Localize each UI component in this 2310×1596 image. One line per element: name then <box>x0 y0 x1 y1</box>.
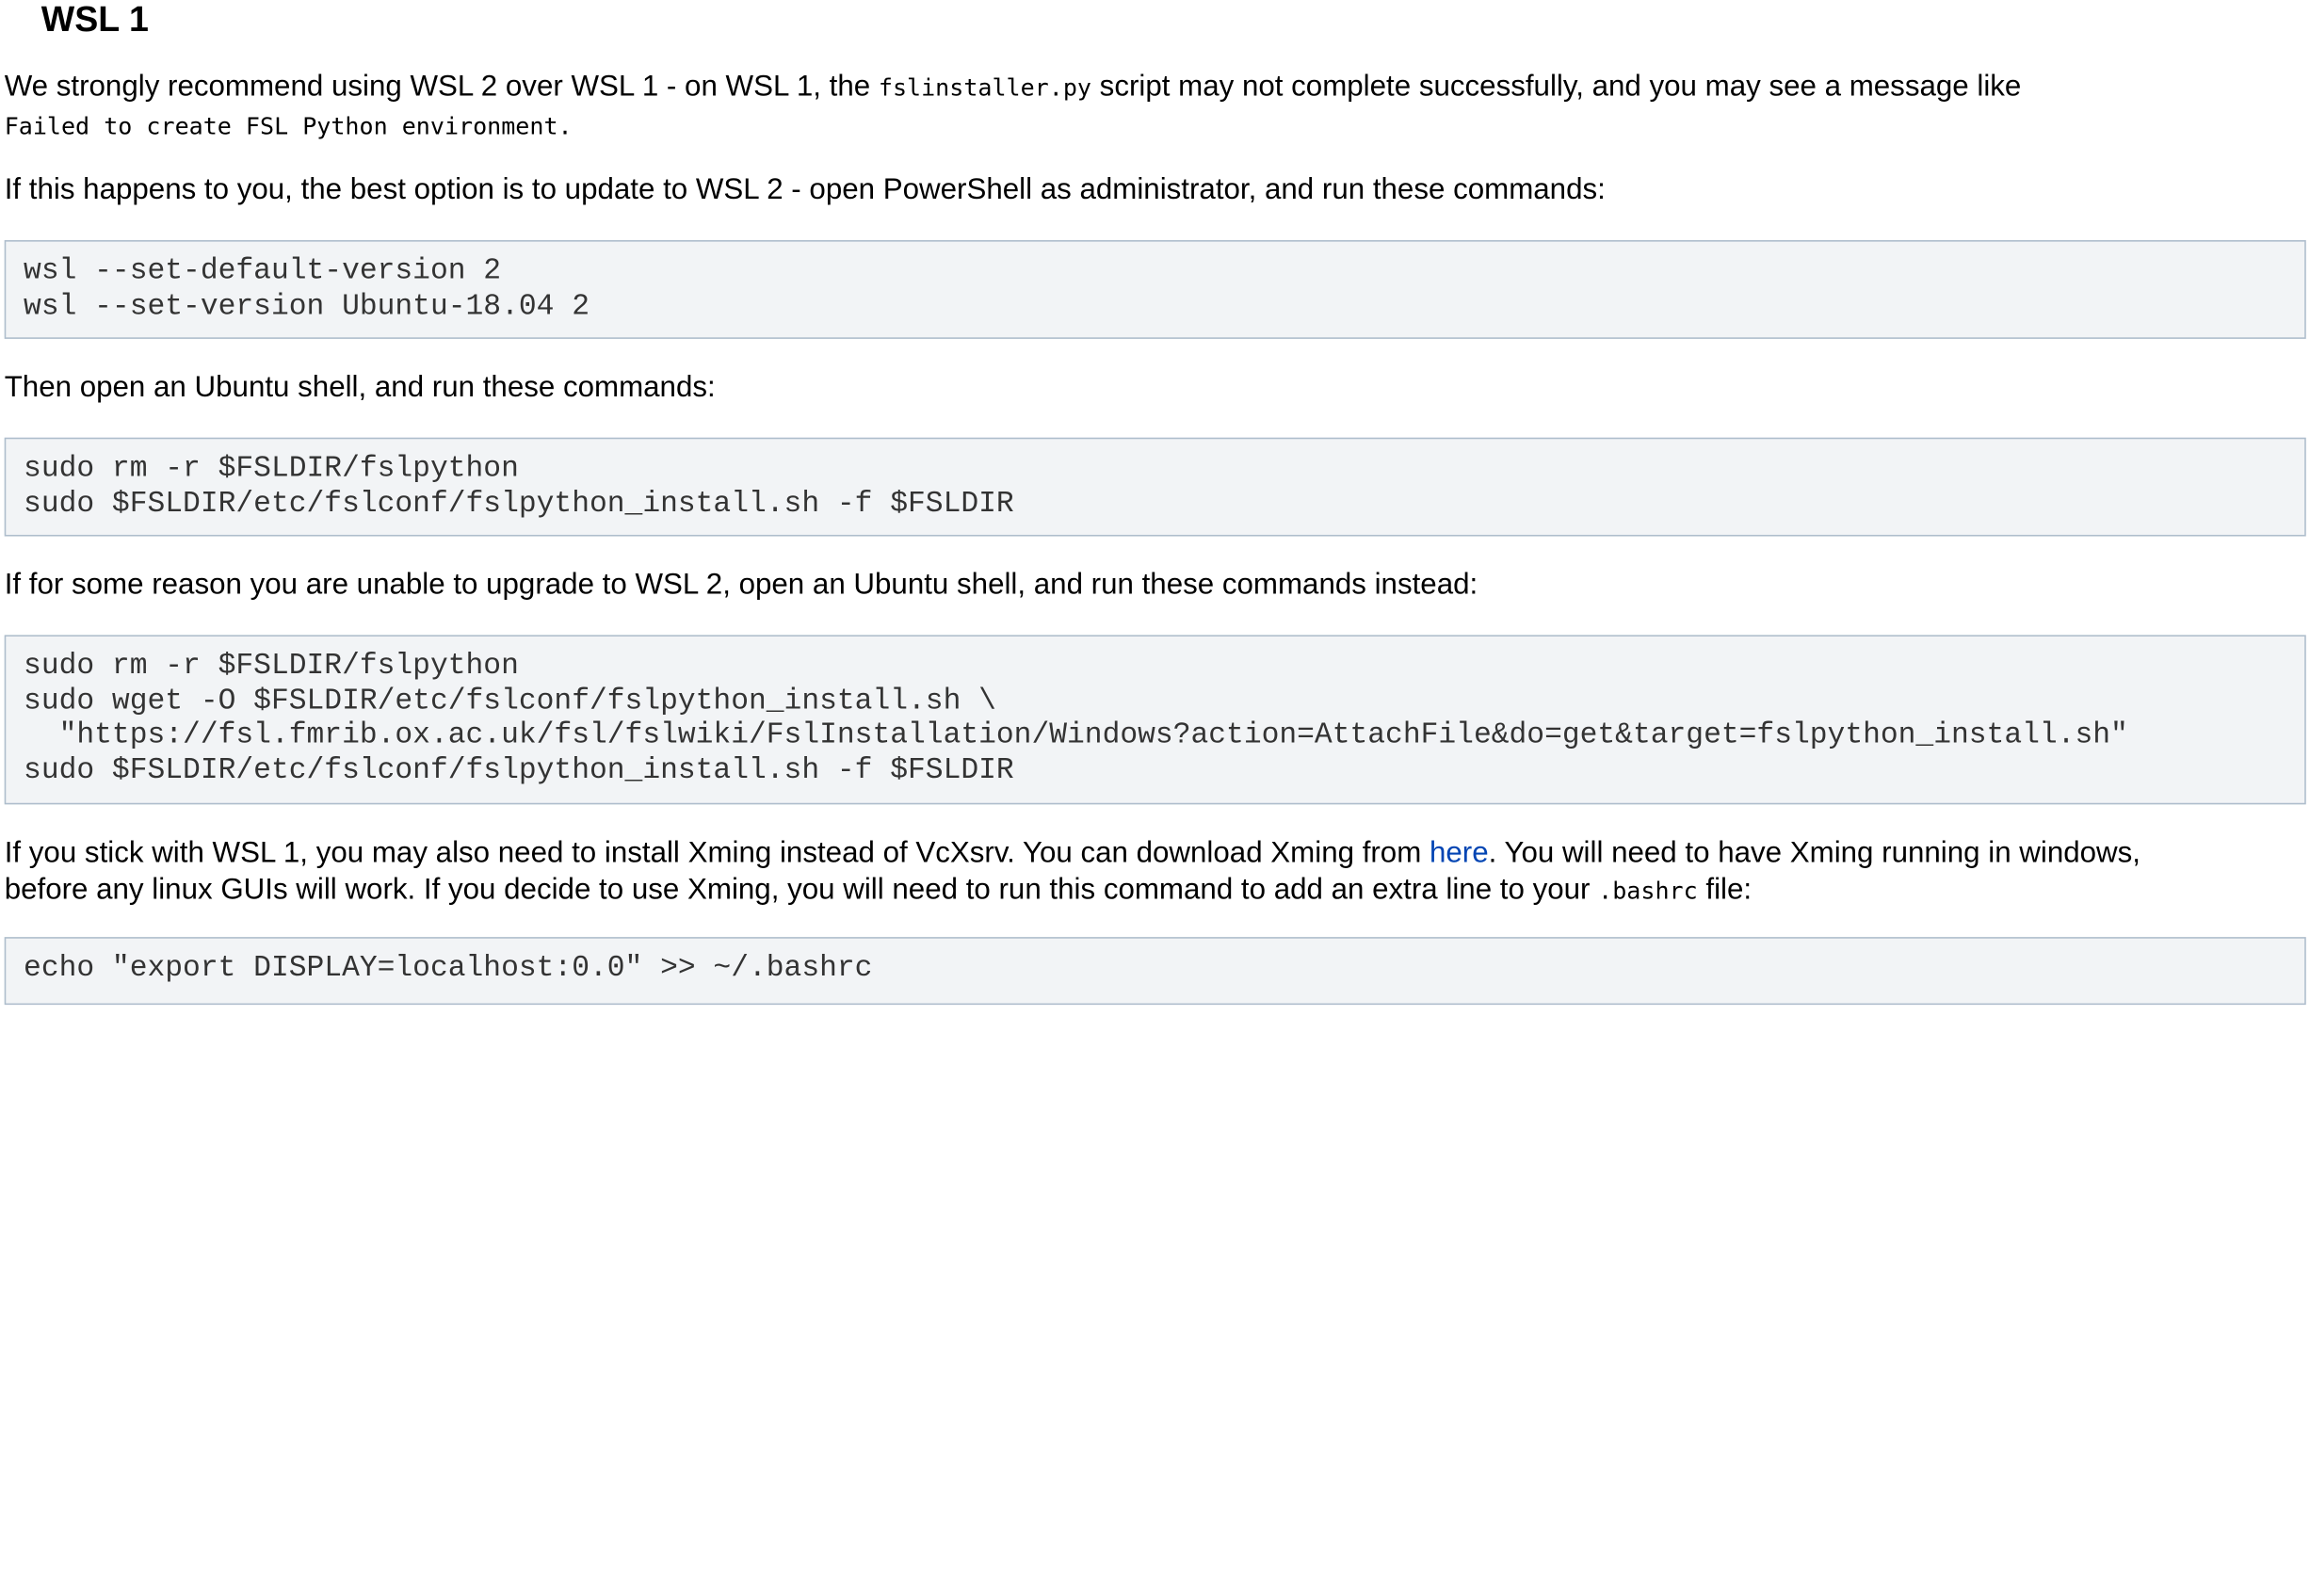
code-line: sudo rm -r $FSLDIR/fslpython <box>24 650 519 685</box>
code-line: wsl --set-version Ubuntu-18.04 2 <box>24 289 590 324</box>
code-line: echo "export DISPLAY=localhost:0.0" >> ~… <box>24 951 873 986</box>
xming-paragraph-line2: before any linux GUIs will work. If you … <box>5 872 1752 909</box>
code-line: sudo rm -r $FSLDIR/fslpython <box>24 452 519 487</box>
code-block-ubuntu[interactable]: sudo rm -r $FSLDIR/fslpython sudo $FSLDIR… <box>4 437 2306 537</box>
ubuntu-paragraph: Then open an Ubuntu shell, and run these… <box>4 371 716 404</box>
xming-text-2: before any linux GUIs will work. If you … <box>4 873 1599 907</box>
code-line: wsl --set-default-version 2 <box>24 254 502 289</box>
intro-paragraph: We strongly recommend using WSL 2 over W… <box>5 70 2022 106</box>
update-paragraph: If this happens to you, the best option … <box>4 173 1606 207</box>
xming-text: If you stick with WSL 1, you may also ne… <box>4 836 1430 870</box>
code-line: sudo $FSLDIR/etc/fslconf/fslpython_insta… <box>24 753 1014 788</box>
code-block-wsl1-workaround[interactable]: sudo rm -r $FSLDIR/fslpython sudo wget -O… <box>4 635 2306 805</box>
intro-text: We strongly recommend using WSL 2 over W… <box>4 71 879 104</box>
code-line: sudo wget -O $FSLDIR/etc/fslconf/fslpyth… <box>24 684 996 718</box>
code-block-powershell[interactable]: wsl --set-default-version 2 wsl --set-ver… <box>4 240 2306 339</box>
code-line: sudo $FSLDIR/etc/fslconf/fslpython_insta… <box>24 487 1014 522</box>
code-block-display-export[interactable]: echo "export DISPLAY=localhost:0.0" >> ~… <box>4 937 2306 1006</box>
inline-code-fslinstaller: fslinstaller.py <box>878 73 1091 102</box>
unable-paragraph: If for some reason you are unable to upg… <box>4 568 1478 602</box>
xming-paragraph-line1: If you stick with WSL 1, you may also ne… <box>5 835 2140 872</box>
code-line: "https://fsl.fmrib.ox.ac.uk/fsl/fslwiki/… <box>24 718 2128 753</box>
xming-text-tail: . You will need to have Xming running in… <box>1488 836 2140 870</box>
section-heading: WSL 1 <box>40 0 149 40</box>
wiki-page: WSL 1 We strongly recommend using WSL 2 … <box>0 0 2310 1596</box>
xming-text-2-tail: file: <box>1697 873 1753 907</box>
inline-code-error-message: Failed to create FSL Python environment. <box>4 111 573 140</box>
inline-code-bashrc: .bashrc <box>1598 876 1698 905</box>
intro-text-tail: script may not complete successfully, an… <box>1090 71 2022 104</box>
error-message-paragraph: Failed to create FSL Python environment. <box>5 107 573 144</box>
xming-download-link[interactable]: here <box>1430 837 1489 869</box>
